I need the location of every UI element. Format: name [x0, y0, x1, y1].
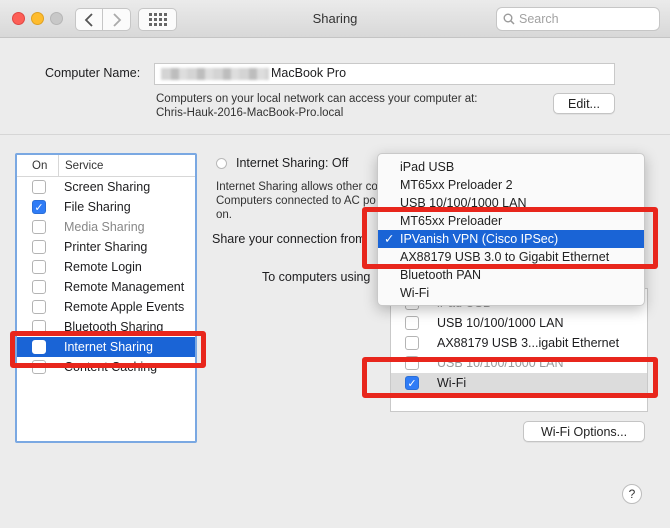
- internet-sharing-desc-line1: Internet Sharing allows other co: [216, 181, 378, 193]
- section-divider: [0, 134, 670, 135]
- service-checkbox[interactable]: [32, 340, 46, 354]
- service-list-header: On Service: [17, 155, 195, 177]
- service-row[interactable]: Media Sharing: [17, 217, 195, 237]
- menu-item[interactable]: MT65xx Preloader: [378, 212, 644, 230]
- internet-sharing-desc-line3: on.: [216, 209, 232, 221]
- service-list: On Service Screen Sharing ✓ File Sharing Me…: [15, 153, 197, 443]
- menu-item[interactable]: AX88179 USB 3.0 to Gigabit Ethernet: [378, 248, 644, 266]
- local-address: Chris-Hauk-2016-MacBook-Pro.local: [156, 107, 344, 119]
- port-row[interactable]: USB 10/100/1000 LAN: [391, 353, 647, 373]
- edit-button[interactable]: Edit...: [553, 93, 615, 114]
- help-button[interactable]: ?: [622, 484, 642, 504]
- port-checkbox[interactable]: [405, 356, 419, 370]
- computer-name-value: MacBook Pro: [271, 66, 347, 80]
- search-field[interactable]: [496, 7, 660, 31]
- service-row[interactable]: Remote Login: [17, 257, 195, 277]
- internet-sharing-status: Internet Sharing: Off: [236, 156, 349, 170]
- service-checkbox[interactable]: [32, 240, 46, 254]
- menu-item[interactable]: Wi-Fi: [378, 284, 644, 302]
- menu-item-label: MT65xx Preloader: [400, 214, 503, 228]
- service-label: Remote Management: [64, 280, 185, 294]
- redacted-name: [161, 67, 269, 80]
- share-from-label: Share your connection from: [212, 232, 366, 246]
- menu-items: iPad USB MT65xx Preloader 2 USB 10/100/100…: [378, 158, 644, 302]
- service-label: Bluetooth Sharing: [64, 320, 164, 334]
- menu-item-label: IPVanish VPN (Cisco IPSec): [400, 232, 559, 246]
- menu-item-label: MT65xx Preloader 2: [400, 178, 513, 192]
- port-label: USB 10/100/1000 LAN: [437, 316, 564, 330]
- service-checkbox[interactable]: [32, 260, 46, 274]
- service-checkbox[interactable]: [32, 360, 46, 374]
- service-checkbox[interactable]: [32, 320, 46, 334]
- service-label: Media Sharing: [64, 220, 145, 234]
- menu-item[interactable]: MT65xx Preloader 2: [378, 176, 644, 194]
- service-row[interactable]: Printer Sharing: [17, 237, 195, 257]
- service-checkbox[interactable]: ✓: [32, 200, 46, 214]
- service-label: Remote Apple Events: [64, 300, 185, 314]
- menu-item-label: AX88179 USB 3.0 to Gigabit Ethernet: [400, 250, 610, 264]
- service-label: Screen Sharing: [64, 180, 151, 194]
- menu-item-label: Wi-Fi: [400, 286, 430, 300]
- service-checkbox[interactable]: [32, 280, 46, 294]
- to-computers-label: To computers using: [262, 270, 371, 284]
- service-checkbox[interactable]: [32, 180, 46, 194]
- service-row[interactable]: Remote Management: [17, 277, 195, 297]
- service-row[interactable]: Screen Sharing: [17, 177, 195, 197]
- port-row[interactable]: ✓ Wi-Fi: [391, 373, 647, 393]
- checkmark-icon: ✓: [384, 232, 395, 246]
- port-label: USB 10/100/1000 LAN: [437, 356, 564, 370]
- share-from-popup-menu[interactable]: iPad USB MT65xx Preloader 2 USB 10/100/100…: [377, 153, 645, 306]
- menu-item[interactable]: ✓ IPVanish VPN (Cisco IPSec): [378, 230, 644, 248]
- wifi-options-button[interactable]: Wi-Fi Options...: [523, 421, 645, 442]
- service-checkbox[interactable]: [32, 300, 46, 314]
- service-row[interactable]: Bluetooth Sharing: [17, 317, 195, 337]
- menu-item[interactable]: Bluetooth PAN: [378, 266, 644, 284]
- search-icon: [503, 13, 515, 25]
- service-label: Internet Sharing: [64, 340, 153, 354]
- service-row[interactable]: Remote Apple Events: [17, 297, 195, 317]
- search-input[interactable]: [519, 12, 649, 26]
- title-bar: Sharing: [0, 0, 670, 38]
- menu-item[interactable]: iPad USB: [378, 158, 644, 176]
- internet-sharing-status-indicator: [216, 158, 227, 169]
- service-label: Printer Sharing: [64, 240, 148, 254]
- service-row[interactable]: ✓ File Sharing: [17, 197, 195, 217]
- computer-name-field[interactable]: MacBook Pro: [154, 63, 615, 85]
- menu-item-label: Bluetooth PAN: [400, 268, 482, 282]
- ports-list: iPad USBUSB 10/100/1000 LANAX88179 USB 3…: [390, 288, 648, 412]
- port-checkbox[interactable]: ✓: [405, 376, 419, 390]
- service-column-header[interactable]: Service: [59, 160, 103, 172]
- port-row[interactable]: USB 10/100/1000 LAN: [391, 313, 647, 333]
- port-checkbox[interactable]: [405, 316, 419, 330]
- service-checkbox[interactable]: [32, 220, 46, 234]
- menu-item[interactable]: USB 10/100/1000 LAN: [378, 194, 644, 212]
- port-label: Wi-Fi: [437, 376, 467, 390]
- on-column-header[interactable]: On: [17, 155, 59, 176]
- menu-item-label: USB 10/100/1000 LAN: [400, 196, 527, 210]
- service-row[interactable]: Internet Sharing: [17, 337, 195, 357]
- internet-sharing-desc-line2: Computers connected to AC po: [216, 195, 376, 207]
- access-note: Computers on your local network can acce…: [156, 93, 478, 105]
- computer-name-label: Computer Name:: [45, 66, 141, 80]
- port-label: AX88179 USB 3...igabit Ethernet: [437, 336, 620, 350]
- menu-item-label: iPad USB: [400, 160, 455, 174]
- service-rows: Screen Sharing ✓ File Sharing Media Sharing…: [17, 177, 195, 377]
- port-checkbox[interactable]: [405, 336, 419, 350]
- service-label: Remote Login: [64, 260, 142, 274]
- port-row[interactable]: AX88179 USB 3...igabit Ethernet: [391, 333, 647, 353]
- service-row[interactable]: Content Caching: [17, 357, 195, 377]
- service-label: Content Caching: [64, 360, 158, 374]
- service-label: File Sharing: [64, 200, 131, 214]
